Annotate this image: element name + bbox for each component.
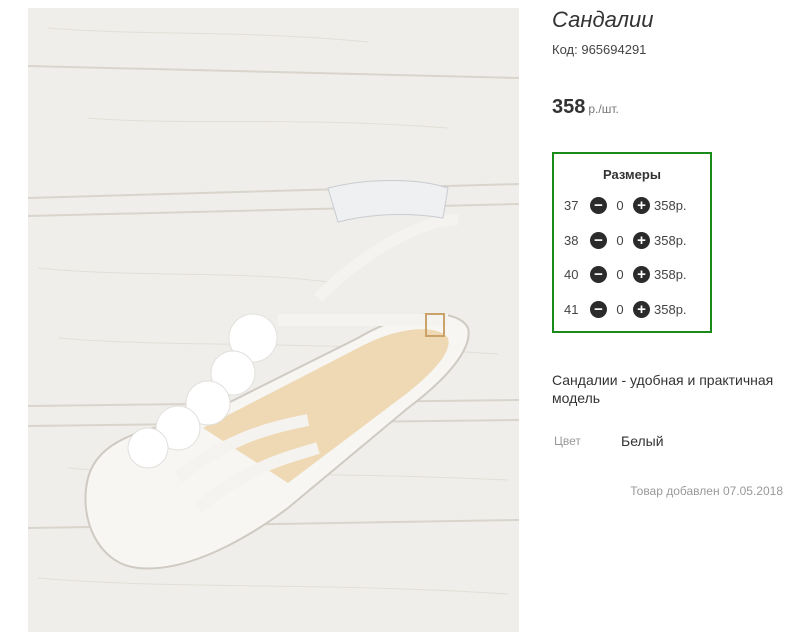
- minus-circle-icon[interactable]: −: [590, 300, 607, 318]
- size-row: 40 − 0 + 358р.: [564, 264, 687, 284]
- plus-circle-icon[interactable]: +: [633, 231, 650, 249]
- size-price: 358р.: [654, 301, 687, 317]
- size-row: 41 − 0 + 358р.: [564, 299, 687, 319]
- size-price: 358р.: [654, 232, 687, 248]
- product-photo[interactable]: [28, 8, 519, 632]
- price-unit: р./шт.: [588, 102, 619, 116]
- sandal-photo-illustration: [28, 8, 519, 632]
- product-info: Сандалии Код: 965694291 358 р./шт. Размер…: [552, 0, 785, 632]
- size-number: 38: [564, 232, 579, 248]
- plus-circle-icon[interactable]: +: [633, 265, 650, 283]
- minus-circle-icon[interactable]: −: [590, 231, 607, 249]
- size-row: 38 − 0 + 358р.: [564, 230, 687, 250]
- size-number: 41: [564, 301, 579, 317]
- quantity-value[interactable]: 0: [607, 198, 633, 213]
- size-price: 358р.: [654, 266, 687, 282]
- size-number: 40: [564, 266, 579, 282]
- added-date-value: 07.05.2018: [722, 484, 783, 498]
- minus-circle-icon[interactable]: −: [590, 265, 607, 283]
- size-price: 358р.: [654, 197, 687, 213]
- product-title: Сандалии: [552, 7, 654, 32]
- plus-circle-icon[interactable]: +: [633, 196, 650, 214]
- sizes-panel: Размеры 37 − 0 + 358р. 38 − 0 + 358р. 40…: [552, 152, 712, 333]
- color-label: Цвет: [554, 434, 581, 448]
- color-value: Белый: [621, 433, 664, 449]
- size-row: 37 − 0 + 358р.: [564, 195, 687, 215]
- product-code-label: Код:: [552, 42, 578, 57]
- product-code: Код: 965694291: [552, 42, 646, 57]
- quantity-value[interactable]: 0: [607, 233, 633, 248]
- product-description: Сандалии - удобная и практичная модель: [552, 372, 774, 406]
- added-label: Товар добавлен: [630, 484, 720, 498]
- minus-circle-icon[interactable]: −: [590, 196, 607, 214]
- added-date: Товар добавлен 07.05.2018: [630, 484, 783, 498]
- product-code-value: 965694291: [581, 42, 647, 57]
- quantity-value[interactable]: 0: [607, 267, 633, 282]
- sizes-title: Размеры: [603, 167, 661, 182]
- price-value: 358: [552, 96, 586, 118]
- quantity-value[interactable]: 0: [607, 302, 633, 317]
- product-price: 358 р./шт.: [552, 96, 619, 119]
- plus-circle-icon[interactable]: +: [633, 300, 650, 318]
- size-number: 37: [564, 197, 579, 213]
